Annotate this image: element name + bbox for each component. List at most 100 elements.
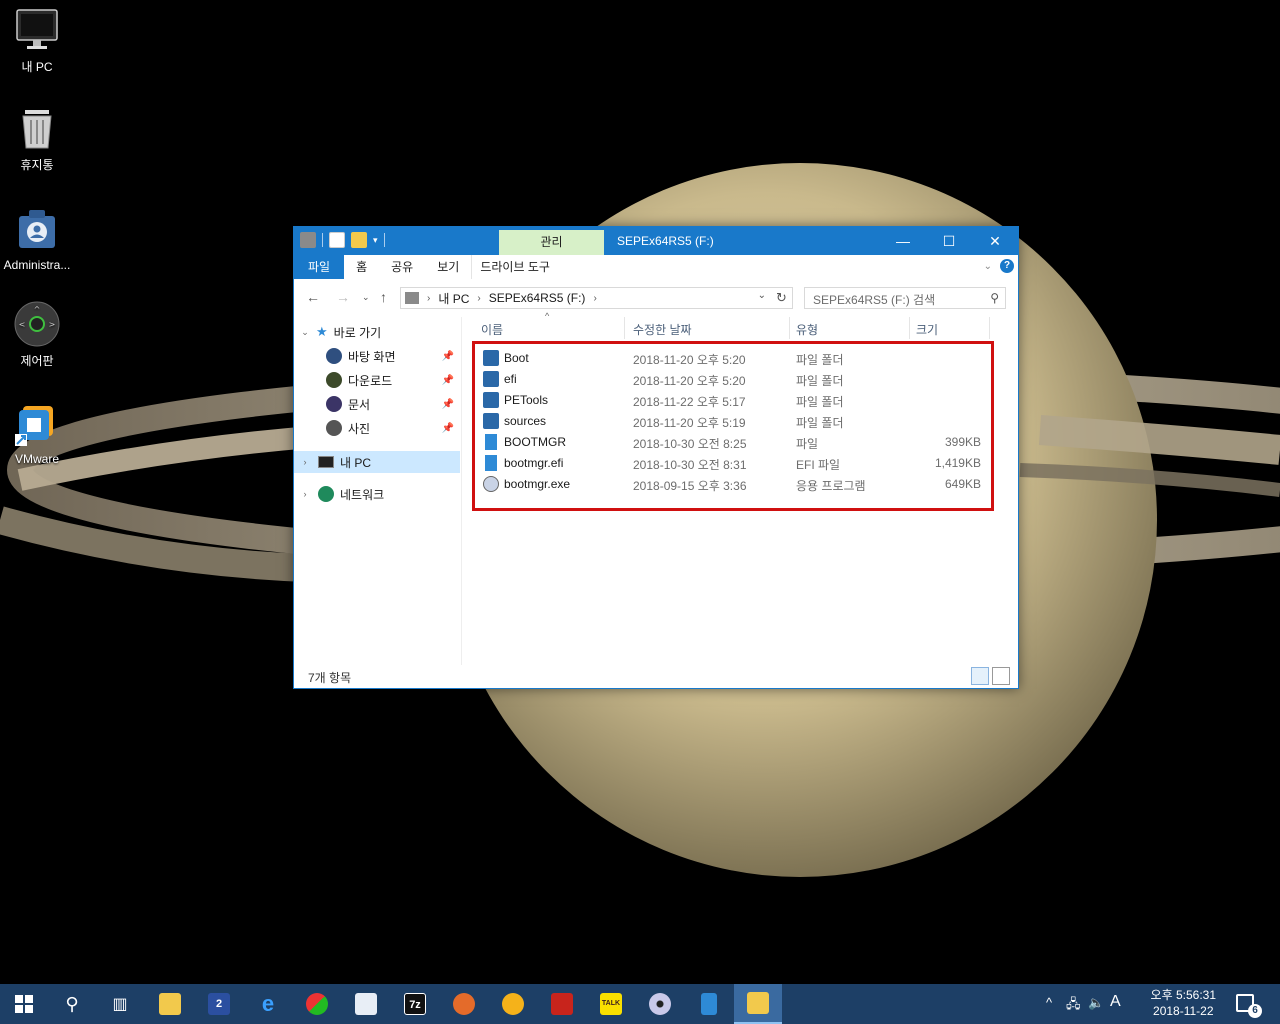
properties-icon[interactable]: [329, 232, 345, 248]
address-dropdown-icon[interactable]: ⌄: [758, 290, 766, 301]
desktop-icon-label: Administra...: [3, 258, 71, 272]
search-icon[interactable]: ⚲: [990, 291, 999, 305]
taskbar-7zip[interactable]: 7z: [391, 984, 439, 1024]
customize-toolbar-icon[interactable]: ▾: [373, 235, 378, 246]
breadcrumb-this-pc[interactable]: 내 PC: [438, 290, 469, 307]
chevron-down-icon[interactable]: ⌄: [298, 327, 312, 338]
search-button[interactable]: ⚲: [48, 984, 96, 1024]
back-arrow-icon[interactable]: ←: [306, 289, 320, 305]
tab-manage[interactable]: 관리: [499, 230, 604, 255]
drive-icon[interactable]: [300, 232, 316, 248]
desktop-icon-recycle-bin[interactable]: 휴지통: [0, 104, 74, 173]
nav-quick-access[interactable]: ⌄ ★ 바로 가기: [294, 321, 460, 343]
taskbar-disc-app[interactable]: [636, 984, 684, 1024]
svg-text:^: ^: [34, 305, 41, 314]
nav-label: 바탕 화면: [348, 349, 396, 364]
tab-share[interactable]: 공유: [379, 255, 426, 279]
taskbar-file-explorer-active[interactable]: [734, 984, 782, 1024]
task-view-button[interactable]: ▥: [96, 984, 144, 1024]
minimize-button[interactable]: —: [880, 227, 926, 255]
details-view-icon[interactable]: [971, 667, 989, 685]
clock[interactable]: 오후 5:56:31 2018-11-22: [1151, 987, 1216, 1019]
up-arrow-icon[interactable]: ↑: [380, 289, 387, 305]
file-explorer-active-icon: [747, 992, 769, 1014]
new-folder-icon[interactable]: [351, 232, 367, 248]
pin-icon: 📌: [441, 398, 454, 410]
nav-item-network[interactable]: › 네트워크: [294, 483, 460, 505]
chevron-right-icon[interactable]: ›: [477, 293, 480, 304]
taskbar-app[interactable]: [293, 984, 341, 1024]
help-icon[interactable]: ?: [1000, 259, 1014, 273]
internet-explorer-icon: e: [261, 991, 275, 1016]
tab-view[interactable]: 보기: [425, 255, 472, 279]
tab-file[interactable]: 파일: [294, 255, 345, 279]
highlight-rectangle: [472, 341, 994, 511]
taskbar-document-app[interactable]: [685, 984, 733, 1024]
large-icons-view-icon[interactable]: [992, 667, 1010, 685]
tab-home[interactable]: 홈: [344, 255, 380, 279]
svg-text:<: <: [19, 320, 26, 329]
chevron-right-icon[interactable]: ›: [593, 293, 596, 304]
chevron-right-icon[interactable]: ›: [427, 293, 430, 304]
nav-label: 다운로드: [348, 373, 393, 388]
expand-ribbon-icon[interactable]: ⌄: [984, 261, 992, 272]
desktop-icon-control-panel[interactable]: ^ < > 제어판: [0, 300, 74, 369]
ime-indicator[interactable]: A: [1110, 993, 1121, 1011]
close-button[interactable]: ✕: [972, 227, 1018, 255]
taskbar-red-app[interactable]: [538, 984, 586, 1024]
title-bar[interactable]: ▾ 관리 SEPEx64RS5 (F:) — ☐ ✕: [294, 227, 1018, 255]
taskbar-eye-app[interactable]: [440, 984, 488, 1024]
control-panel-icon: ^ < >: [14, 301, 60, 347]
desktop-icon-this-pc[interactable]: 내 PC: [0, 6, 74, 75]
network-icon: [318, 486, 334, 502]
desktop-icon-vmware[interactable]: VMware: [0, 400, 74, 466]
network-status-icon[interactable]: 🖧: [1066, 995, 1081, 1017]
clock-date: 2018-11-22: [1153, 1004, 1214, 1018]
desktop-icon-label: 내 PC: [21, 60, 53, 74]
maximize-button[interactable]: ☐: [926, 227, 972, 255]
disc-icon: [649, 993, 671, 1015]
app-red-icon: [551, 993, 573, 1015]
navigation-pane: ⌄ ★ 바로 가기 바탕 화면 📌 다운로드 📌 문서 📌 사진 📌 › 내 P…: [294, 317, 462, 665]
desktop-icon: [326, 348, 342, 364]
task-view-icon: ▥: [112, 996, 128, 1013]
column-header-type[interactable]: 유형: [790, 317, 910, 339]
nav-label: 내 PC: [340, 455, 372, 470]
total-commander-icon: 2: [208, 993, 230, 1015]
file-explorer-window[interactable]: ▾ 관리 SEPEx64RS5 (F:) — ☐ ✕ 파일 홈 공유 보기 드라…: [293, 226, 1019, 689]
search-input[interactable]: SEPEx64RS5 (F:) 검색 ⚲: [804, 287, 1006, 309]
forward-arrow-icon[interactable]: →: [336, 289, 350, 305]
column-header-date[interactable]: 수정한 날짜: [627, 317, 790, 339]
recent-locations-icon[interactable]: ⌄: [362, 292, 370, 303]
nav-item-desktop[interactable]: 바탕 화면 📌: [294, 345, 460, 367]
window-title: SEPEx64RS5 (F:): [617, 234, 714, 248]
taskbar-notepad[interactable]: [342, 984, 390, 1024]
refresh-button[interactable]: ↻: [771, 287, 793, 309]
nav-item-documents[interactable]: 문서 📌: [294, 393, 460, 415]
start-button[interactable]: [0, 984, 48, 1024]
7zip-icon: 7z: [404, 993, 426, 1015]
taskbar-file-explorer[interactable]: [146, 984, 194, 1024]
chevron-right-icon[interactable]: ›: [298, 489, 312, 499]
volume-icon[interactable]: 🔈: [1088, 995, 1104, 1011]
nav-item-pictures[interactable]: 사진 📌: [294, 417, 460, 439]
taskbar-kakaotalk[interactable]: TALK: [587, 984, 635, 1024]
vmware-icon: [15, 406, 53, 446]
taskbar-app-2[interactable]: 2: [195, 984, 243, 1024]
breadcrumb-drive[interactable]: SEPEx64RS5 (F:): [489, 291, 586, 305]
chevron-right-icon[interactable]: ›: [298, 457, 312, 467]
nav-label: 바로 가기: [333, 325, 382, 340]
nav-item-this-pc[interactable]: › 내 PC: [294, 451, 460, 473]
column-header-name[interactable]: 이름: [475, 317, 625, 339]
user-folder-icon: [19, 210, 55, 248]
search-icon: ⚲: [65, 993, 79, 1014]
taskbar-internet-explorer[interactable]: e: [244, 984, 292, 1024]
column-header-size[interactable]: 크기: [910, 317, 990, 339]
toolbar-divider: [322, 233, 323, 247]
taskbar-triangle-app[interactable]: [489, 984, 537, 1024]
nav-item-downloads[interactable]: 다운로드 📌: [294, 369, 460, 391]
desktop-icon-administrator[interactable]: Administra...: [0, 206, 74, 272]
tab-drive-tools[interactable]: 드라이브 도구: [471, 255, 558, 279]
show-hidden-icons-icon[interactable]: ^: [1046, 995, 1052, 1010]
address-bar[interactable]: › 내 PC › SEPEx64RS5 (F:) › ⌄: [400, 287, 793, 309]
